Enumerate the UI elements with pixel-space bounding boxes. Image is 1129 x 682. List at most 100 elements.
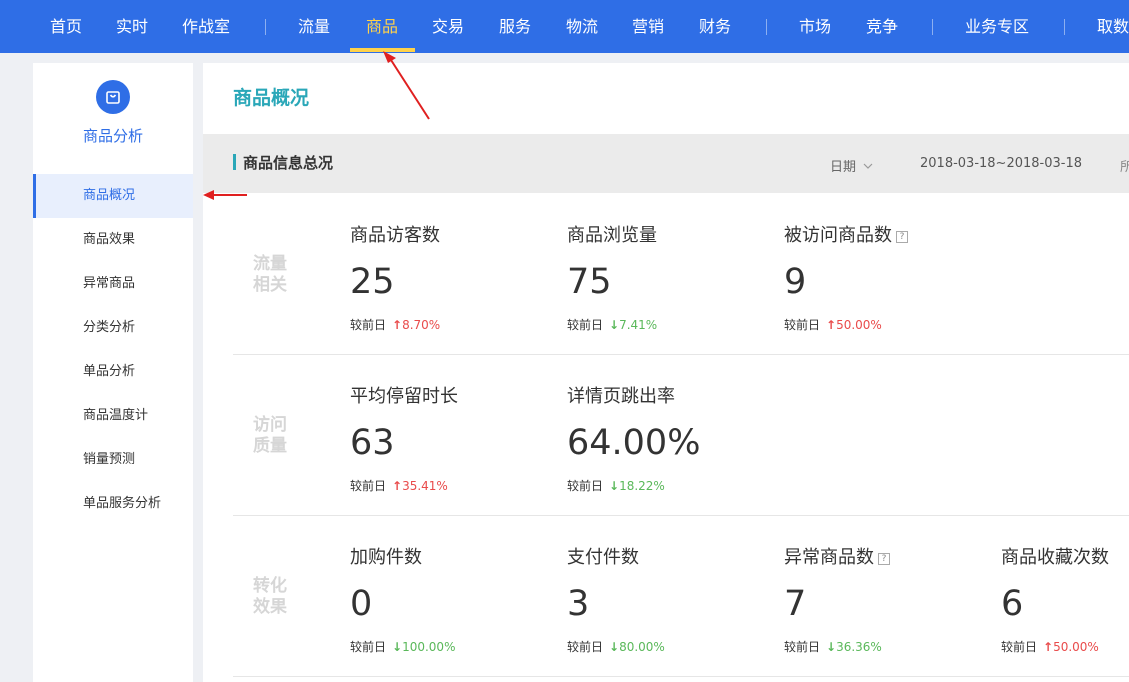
metric-compare: 较前日 ↓100.00% <box>350 638 560 655</box>
metric-compare: 较前日 ↓18.22% <box>567 477 777 494</box>
metric-add-to-cart[interactable]: 加购件数 0 较前日 ↓100.00% <box>350 546 560 655</box>
change-value: 36.36% <box>836 640 882 654</box>
shopping-bag-icon <box>96 80 130 114</box>
metric-name: 加购件数 <box>350 547 422 568</box>
metric-name: 详情页跳出率 <box>567 386 675 407</box>
group-label-traffic: 流量相关 <box>253 254 287 295</box>
date-range-value[interactable]: 2018-03-18~2018-03-18 <box>920 156 1082 171</box>
metric-value: 75 <box>567 262 612 302</box>
sidebar-item-product-effect[interactable]: 商品效果 <box>33 218 193 262</box>
metric-paid-items[interactable]: 支付件数 3 较前日 ↓80.00% <box>567 546 777 655</box>
sidebar-item-product-thermometer[interactable]: 商品温度计 <box>33 394 193 438</box>
nav-item-realtime[interactable]: 实时 <box>116 0 148 53</box>
metric-visited-products[interactable]: 被访问商品数? 9 较前日 ↑50.00% <box>784 224 994 333</box>
help-icon[interactable]: ? <box>878 553 890 565</box>
metric-name-text: 异常商品数 <box>784 547 874 568</box>
metric-detail-bounce-rate[interactable]: 详情页跳出率 64.00% 较前日 ↓18.22% <box>567 385 777 494</box>
change-value: 8.70% <box>402 318 441 332</box>
truncated-label: 所 <box>1120 160 1129 175</box>
metric-value: 0 <box>350 584 373 624</box>
help-icon[interactable]: ? <box>896 231 908 243</box>
compare-label: 较前日 <box>350 318 387 332</box>
section-title: 商品信息总况 <box>243 154 334 172</box>
metric-value: 3 <box>567 584 590 624</box>
nav-item-products[interactable]: 商品 <box>366 0 398 53</box>
nav-item-market[interactable]: 市场 <box>799 0 831 53</box>
metric-avg-stay-duration[interactable]: 平均停留时长 63 较前日 ↑35.41% <box>350 385 560 494</box>
nav-item-service[interactable]: 服务 <box>499 0 531 53</box>
metric-name: 平均停留时长 <box>350 386 458 407</box>
chevron-down-icon <box>860 160 873 175</box>
nav-item-war-room[interactable]: 作战室 <box>182 0 230 53</box>
metric-compare: 较前日 ↓7.41% <box>567 316 777 333</box>
metric-name: 商品浏览量 <box>567 225 657 246</box>
sidebar-item-single-product-analysis[interactable]: 单品分析 <box>33 350 193 394</box>
date-label: 日期 <box>830 160 857 175</box>
change-value: 18.22% <box>619 479 665 493</box>
compare-label: 较前日 <box>784 318 821 332</box>
metric-compare: 较前日 ↑35.41% <box>350 477 560 494</box>
arrow-down-icon: ↓ <box>392 640 403 654</box>
nav-separator <box>1064 19 1065 35</box>
nav-separator <box>932 19 933 35</box>
nav-separator <box>265 19 266 35</box>
metric-name: 被访问商品数? <box>784 224 994 248</box>
compare-label: 较前日 <box>1001 640 1038 654</box>
change-value: 50.00% <box>1053 640 1099 654</box>
metric-value: 63 <box>350 423 395 463</box>
metric-name: 异常商品数? <box>784 546 994 570</box>
group-divider <box>233 354 1129 355</box>
metric-abnormal-products[interactable]: 异常商品数? 7 较前日 ↓36.36% <box>784 546 994 655</box>
metric-compare: 较前日 ↑50.00% <box>1001 638 1129 655</box>
nav-item-trade[interactable]: 交易 <box>432 0 464 53</box>
nav-active-indicator <box>350 48 415 52</box>
date-dropdown[interactable]: 日期 <box>830 156 873 175</box>
metric-compare: 较前日 ↑50.00% <box>784 316 994 333</box>
compare-label: 较前日 <box>567 318 604 332</box>
arrow-down-icon: ↓ <box>609 318 620 332</box>
metric-product-visitors[interactable]: 商品访客数 25 较前日 ↑8.70% <box>350 224 560 333</box>
nav-item-finance[interactable]: 财务 <box>699 0 731 53</box>
metric-product-pageviews[interactable]: 商品浏览量 75 较前日 ↓7.41% <box>567 224 777 333</box>
group-divider <box>233 676 1129 677</box>
metric-compare: 较前日 ↓36.36% <box>784 638 994 655</box>
sidebar-item-product-overview[interactable]: 商品概况 <box>33 174 193 218</box>
nav-item-marketing[interactable]: 营销 <box>632 0 664 53</box>
compare-label: 较前日 <box>567 479 604 493</box>
metric-compare: 较前日 ↓80.00% <box>567 638 777 655</box>
nav-item-competition[interactable]: 竞争 <box>866 0 898 53</box>
change-value: 100.00% <box>402 640 456 654</box>
metric-favorites[interactable]: 商品收藏次数 6 较前日 ↑50.00% <box>1001 546 1129 655</box>
metrics-panel: 流量相关 商品访客数 25 较前日 ↑8.70% 商品浏览量 75 较前日 ↓7.4… <box>203 193 1129 682</box>
change-value: 35.41% <box>402 479 448 493</box>
arrow-down-icon: ↓ <box>609 479 620 493</box>
compare-label: 较前日 <box>350 479 387 493</box>
nav-item-home[interactable]: 首页 <box>50 0 82 53</box>
metric-compare: 较前日 ↑8.70% <box>350 316 560 333</box>
page-header: 商品概况 <box>203 63 1129 134</box>
nav-item-logistics[interactable]: 物流 <box>566 0 598 53</box>
nav-item-fetch-data[interactable]: 取数 <box>1097 0 1129 53</box>
metric-name: 商品收藏次数 <box>1001 547 1109 568</box>
metric-value: 25 <box>350 262 395 302</box>
metric-value: 7 <box>784 584 807 624</box>
sidebar-item-sales-forecast[interactable]: 销量预测 <box>33 438 193 482</box>
sidebar-item-single-product-service[interactable]: 单品服务分析 <box>33 482 193 526</box>
arrow-down-icon: ↓ <box>609 640 620 654</box>
nav-item-traffic[interactable]: 流量 <box>298 0 330 53</box>
compare-label: 较前日 <box>350 640 387 654</box>
section-header: 商品信息总况 日期 2018-03-18~2018-03-18 所 <box>203 134 1129 193</box>
metric-value: 6 <box>1001 584 1024 624</box>
arrow-up-icon: ↑ <box>826 318 837 332</box>
arrow-up-icon: ↑ <box>1043 640 1054 654</box>
page-title: 商品概况 <box>233 87 310 109</box>
arrow-up-icon: ↑ <box>392 318 403 332</box>
change-value: 7.41% <box>619 318 658 332</box>
sidebar-title: 商品分析 <box>82 127 143 145</box>
compare-label: 较前日 <box>567 640 604 654</box>
sidebar-item-category-analysis[interactable]: 分类分析 <box>33 306 193 350</box>
sidebar-item-abnormal-products[interactable]: 异常商品 <box>33 262 193 306</box>
group-label-visit-quality: 访问质量 <box>253 415 287 456</box>
metric-value: 9 <box>784 262 807 302</box>
nav-item-business-zone[interactable]: 业务专区 <box>965 0 1029 53</box>
